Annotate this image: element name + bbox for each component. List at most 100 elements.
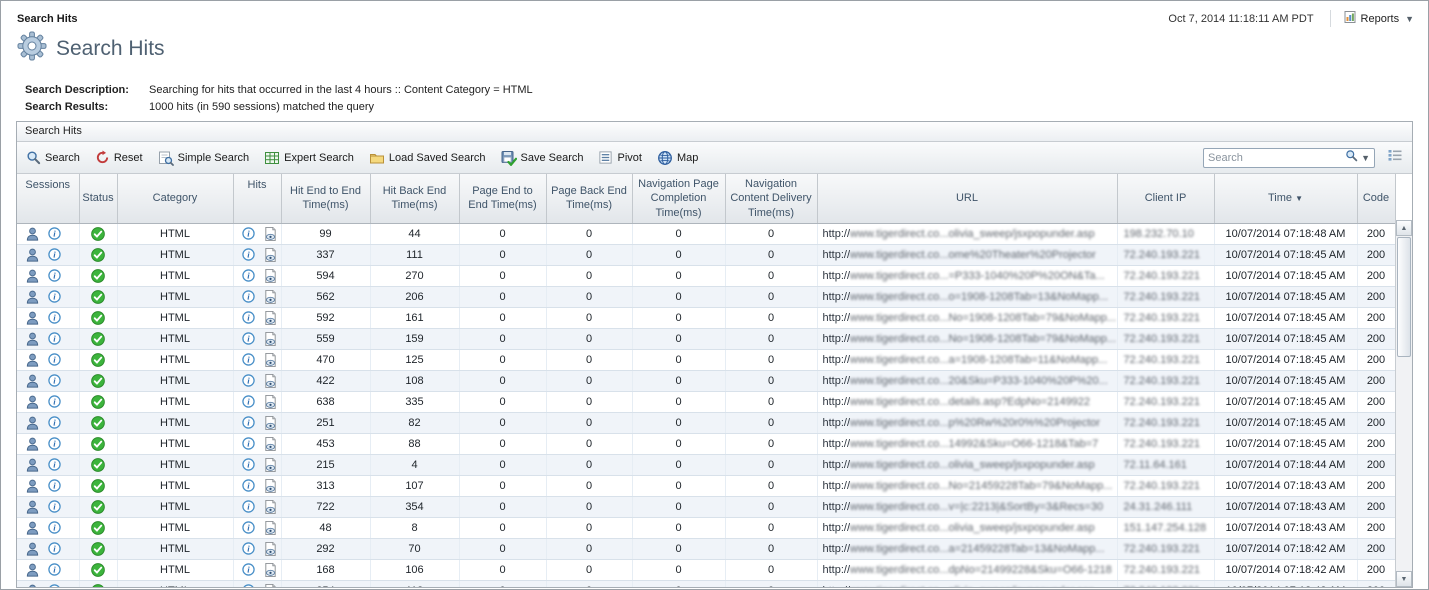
- column-chooser-icon[interactable]: [1387, 147, 1403, 168]
- session-info-icon[interactable]: i: [48, 269, 61, 282]
- hit-info-icon[interactable]: i: [242, 479, 255, 492]
- user-session-icon[interactable]: [25, 436, 40, 452]
- user-session-icon[interactable]: [25, 583, 40, 587]
- reset-button[interactable]: Reset: [95, 150, 143, 165]
- session-info-icon[interactable]: i: [48, 395, 61, 408]
- user-session-icon[interactable]: [25, 352, 40, 368]
- session-info-icon[interactable]: i: [48, 479, 61, 492]
- column-header-time[interactable]: Time ▼: [1214, 174, 1357, 223]
- hit-detail-icon[interactable]: [263, 289, 278, 305]
- user-session-icon[interactable]: [25, 394, 40, 410]
- table-row[interactable]: iHTMLi1681060000http://www.tigerdirect.c…: [17, 559, 1395, 580]
- search-icon[interactable]: [1345, 149, 1358, 167]
- user-session-icon[interactable]: [25, 289, 40, 305]
- hit-detail-icon[interactable]: [263, 352, 278, 368]
- search-button[interactable]: Search: [26, 150, 80, 165]
- session-info-icon[interactable]: i: [48, 542, 61, 555]
- reports-menu[interactable]: Reports ▼: [1330, 10, 1414, 27]
- column-header-category[interactable]: Category: [117, 174, 233, 223]
- column-header-hits[interactable]: Hits: [233, 174, 281, 223]
- scroll-down-button[interactable]: ▼: [1396, 571, 1412, 587]
- column-header-nav_pc[interactable]: Navigation Page Completion Time(ms): [632, 174, 725, 223]
- session-info-icon[interactable]: i: [48, 416, 61, 429]
- scrollbar-thumb[interactable]: [1397, 237, 1411, 357]
- simple-search-button[interactable]: Simple Search: [158, 150, 250, 166]
- user-session-icon[interactable]: [25, 499, 40, 515]
- user-session-icon[interactable]: [25, 520, 40, 536]
- column-header-sessions[interactable]: Sessions: [17, 174, 79, 223]
- user-session-icon[interactable]: [25, 247, 40, 263]
- hit-info-icon[interactable]: i: [242, 521, 255, 534]
- session-info-icon[interactable]: i: [48, 290, 61, 303]
- session-info-icon[interactable]: i: [48, 248, 61, 261]
- hit-info-icon[interactable]: i: [242, 227, 255, 240]
- table-row[interactable]: iHTMLi5622060000http://www.tigerdirect.c…: [17, 286, 1395, 307]
- table-row[interactable]: iHTMLi6383350000http://www.tigerdirect.c…: [17, 391, 1395, 412]
- scroll-up-button[interactable]: ▲: [1396, 220, 1412, 236]
- column-header-page_e2e[interactable]: Page End to End Time(ms): [459, 174, 546, 223]
- expert-search-button[interactable]: Expert Search: [264, 150, 354, 166]
- hit-info-icon[interactable]: i: [242, 416, 255, 429]
- table-row[interactable]: iHTMLi2541180000http://www.tigerdirect.c…: [17, 580, 1395, 587]
- user-session-icon[interactable]: [25, 415, 40, 431]
- hit-detail-icon[interactable]: [263, 541, 278, 557]
- table-row[interactable]: iHTMLi5942700000http://www.tigerdirect.c…: [17, 265, 1395, 286]
- column-header-code[interactable]: Code: [1357, 174, 1395, 223]
- user-session-icon[interactable]: [25, 457, 40, 473]
- table-row[interactable]: iHTMLi21540000http://www.tigerdirect.co.…: [17, 454, 1395, 475]
- user-session-icon[interactable]: [25, 478, 40, 494]
- hit-detail-icon[interactable]: [263, 226, 278, 242]
- table-row[interactable]: iHTMLi3131070000http://www.tigerdirect.c…: [17, 475, 1395, 496]
- load-saved-search-button[interactable]: Load Saved Search: [369, 150, 486, 166]
- user-session-icon[interactable]: [25, 562, 40, 578]
- hit-info-icon[interactable]: i: [242, 353, 255, 366]
- hit-info-icon[interactable]: i: [242, 563, 255, 576]
- hit-detail-icon[interactable]: [263, 394, 278, 410]
- hit-detail-icon[interactable]: [263, 247, 278, 263]
- column-header-status[interactable]: Status: [79, 174, 117, 223]
- filter-search-input[interactable]: [1208, 152, 1345, 164]
- save-search-button[interactable]: Save Search: [501, 150, 584, 166]
- column-header-hit_e2e[interactable]: Hit End to End Time(ms): [281, 174, 370, 223]
- hit-detail-icon[interactable]: [263, 310, 278, 326]
- hit-info-icon[interactable]: i: [242, 332, 255, 345]
- column-header-url[interactable]: URL: [817, 174, 1117, 223]
- hit-detail-icon[interactable]: [263, 499, 278, 515]
- table-row[interactable]: iHTMLi292700000http://www.tigerdirect.co…: [17, 538, 1395, 559]
- session-info-icon[interactable]: i: [48, 521, 61, 534]
- hit-info-icon[interactable]: i: [242, 269, 255, 282]
- hit-detail-icon[interactable]: [263, 373, 278, 389]
- hit-detail-icon[interactable]: [263, 457, 278, 473]
- table-row[interactable]: iHTMLi5921610000http://www.tigerdirect.c…: [17, 307, 1395, 328]
- hit-detail-icon[interactable]: [263, 415, 278, 431]
- column-header-nav_cd[interactable]: Navigation Content Delivery Time(ms): [725, 174, 817, 223]
- table-row[interactable]: iHTMLi4221080000http://www.tigerdirect.c…: [17, 370, 1395, 391]
- hit-detail-icon[interactable]: [263, 268, 278, 284]
- map-button[interactable]: Map: [657, 150, 698, 166]
- hit-detail-icon[interactable]: [263, 583, 278, 587]
- column-header-hit_back[interactable]: Hit Back End Time(ms): [370, 174, 459, 223]
- table-row[interactable]: iHTMLi3371110000http://www.tigerdirect.c…: [17, 244, 1395, 265]
- session-info-icon[interactable]: i: [48, 584, 61, 587]
- user-session-icon[interactable]: [25, 331, 40, 347]
- column-header-page_back[interactable]: Page Back End Time(ms): [546, 174, 632, 223]
- hit-info-icon[interactable]: i: [242, 458, 255, 471]
- column-header-client_ip[interactable]: Client IP: [1117, 174, 1214, 223]
- table-row[interactable]: iHTMLi5591590000http://www.tigerdirect.c…: [17, 328, 1395, 349]
- table-row[interactable]: iHTMLi251820000http://www.tigerdirect.co…: [17, 412, 1395, 433]
- table-row[interactable]: iHTMLi99440000http://www.tigerdirect.co.…: [17, 223, 1395, 244]
- hit-info-icon[interactable]: i: [242, 500, 255, 513]
- hit-detail-icon[interactable]: [263, 478, 278, 494]
- session-info-icon[interactable]: i: [48, 374, 61, 387]
- user-session-icon[interactable]: [25, 226, 40, 242]
- vertical-scrollbar[interactable]: ▲ ▼: [1395, 220, 1412, 587]
- pivot-button[interactable]: Pivot: [598, 150, 641, 165]
- table-row[interactable]: iHTMLi7223540000http://www.tigerdirect.c…: [17, 496, 1395, 517]
- hit-info-icon[interactable]: i: [242, 437, 255, 450]
- hit-info-icon[interactable]: i: [242, 290, 255, 303]
- user-session-icon[interactable]: [25, 541, 40, 557]
- table-row[interactable]: iHTMLi4701250000http://www.tigerdirect.c…: [17, 349, 1395, 370]
- hit-info-icon[interactable]: i: [242, 311, 255, 324]
- table-row[interactable]: iHTMLi4880000http://www.tigerdirect.co..…: [17, 517, 1395, 538]
- hit-detail-icon[interactable]: [263, 436, 278, 452]
